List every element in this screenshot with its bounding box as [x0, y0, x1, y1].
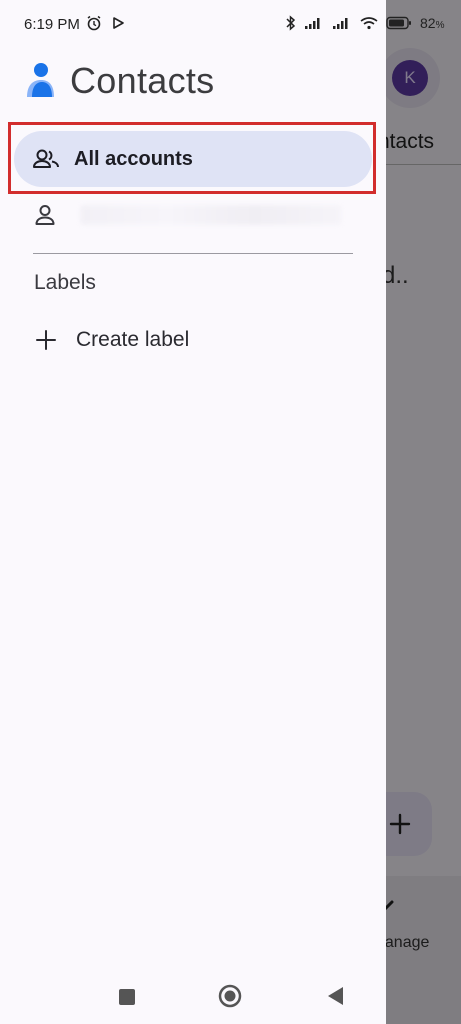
contacts-logo-icon: [24, 61, 56, 104]
signal-icon: [305, 18, 320, 29]
recents-button[interactable]: [118, 988, 136, 1011]
status-bar: 6:19 PM 82%: [0, 0, 461, 50]
wifi-icon: [360, 17, 378, 30]
plus-icon: [26, 329, 66, 351]
back-button[interactable]: [325, 985, 345, 1012]
status-icons-left: [86, 15, 124, 31]
play-store-icon: [113, 17, 124, 29]
highlight-annotation: [8, 122, 376, 194]
battery-percent: 82%: [420, 15, 445, 31]
status-icons-right: 82%: [286, 15, 444, 31]
status-time: 6:19 PM: [24, 16, 80, 33]
divider: [33, 253, 353, 254]
circle-icon: [218, 984, 242, 1008]
labels-heading: Labels: [34, 271, 96, 294]
home-button[interactable]: [218, 984, 242, 1013]
square-icon: [119, 989, 135, 1005]
create-label-button[interactable]: Create label: [26, 318, 366, 362]
nav-item-account[interactable]: [14, 193, 372, 237]
person-icon: [34, 204, 62, 226]
app-title: Contacts: [70, 60, 215, 101]
create-label-text: Create label: [76, 328, 190, 351]
navigation-drawer: Contacts All accounts Labels Create labe…: [0, 0, 386, 1024]
battery-icon: [386, 16, 411, 30]
blurred-account-email: [80, 205, 342, 225]
signal-icon: [333, 18, 348, 29]
alarm-icon: [87, 15, 101, 31]
triangle-back-icon: [328, 987, 343, 1005]
bluetooth-icon: [286, 15, 296, 31]
